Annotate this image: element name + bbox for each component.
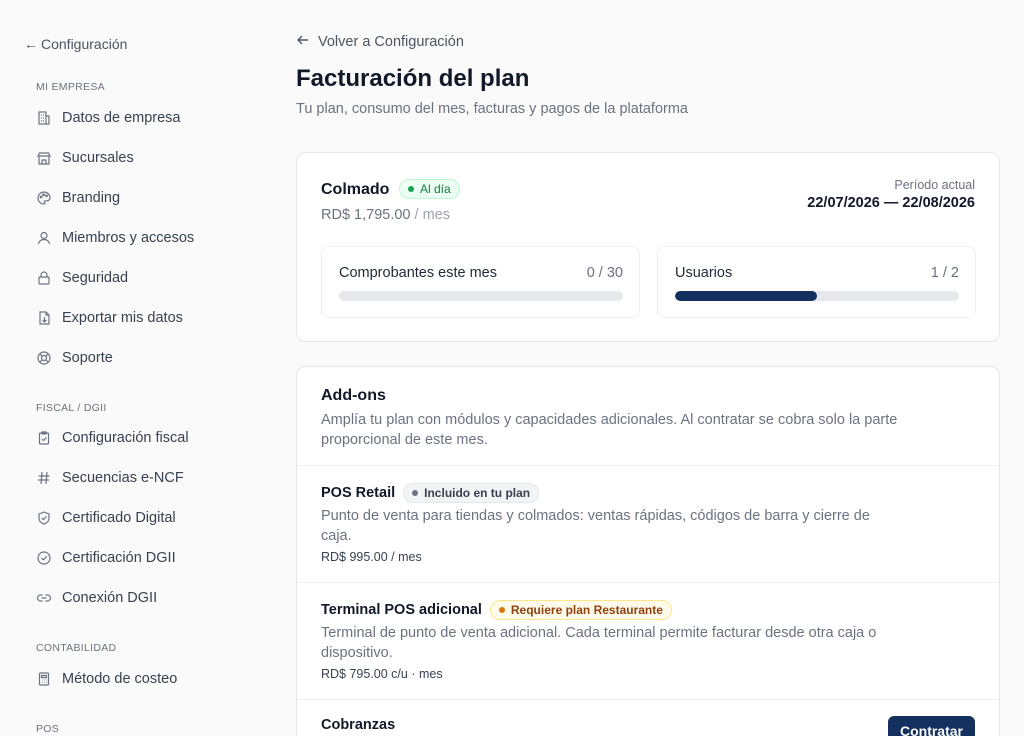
badge-label: Incluido en tu plan xyxy=(424,486,531,500)
sidebar-item-datos-empresa[interactable]: Datos de empresa xyxy=(36,106,180,130)
page-title: Facturación del plan xyxy=(296,65,530,92)
divider xyxy=(297,582,999,583)
addon-name-terminal-pos: Terminal POS adicional Requiere plan Res… xyxy=(321,600,672,620)
back-to-settings-link[interactable]: ← Configuración xyxy=(24,36,127,52)
file-export-icon xyxy=(36,310,52,326)
lock-icon xyxy=(36,270,52,286)
meter-count: 0 / 30 xyxy=(586,265,623,281)
lifebuoy-icon xyxy=(36,350,52,366)
hash-icon xyxy=(36,470,52,486)
sidebar-item-label: Miembros y accesos xyxy=(62,230,195,246)
sidebar-item-config-fiscal[interactable]: Configuración fiscal xyxy=(36,426,189,450)
sidebar-item-secuencias[interactable]: Secuencias e-NCF xyxy=(36,466,184,490)
status-badge: Al día xyxy=(399,179,460,199)
addon-title: Cobranzas xyxy=(321,717,396,733)
addons-description: Amplía tu plan con módulos y capacidades… xyxy=(321,412,898,448)
addon-name-pos-retail: POS Retail Incluido en tu plan xyxy=(321,483,540,503)
plan-name: Colmado xyxy=(321,181,390,198)
sidebar-item-sucursales[interactable]: Sucursales xyxy=(36,146,134,170)
divider xyxy=(297,465,999,466)
user-icon xyxy=(36,230,52,246)
circle-check-icon xyxy=(36,550,52,566)
sidebar-item-exportar[interactable]: Exportar mis datos xyxy=(36,306,183,330)
shield-check-icon xyxy=(36,510,52,526)
sidebar-item-label: Secuencias e-NCF xyxy=(62,470,184,486)
addons-card: Add-ons Amplía tu plan con módulos y cap… xyxy=(296,366,1000,736)
period-value: 22/07/2026 — 22/08/2026 xyxy=(807,195,975,211)
sidebar-item-miembros[interactable]: Miembros y accesos xyxy=(36,226,194,250)
plan-price-unit: / mes xyxy=(414,207,450,223)
calculator-icon xyxy=(36,671,52,687)
sidebar-item-soporte[interactable]: Soporte xyxy=(36,346,113,370)
requires-plan-badge: Requiere plan Restaurante xyxy=(489,600,672,620)
meter-track xyxy=(339,291,623,301)
arrow-left-icon: ← xyxy=(24,36,38,52)
sidebar-item-certificado[interactable]: Certificado Digital xyxy=(36,506,176,530)
arrow-left-icon xyxy=(296,33,310,51)
section-label-mi-empresa: MI EMPRESA xyxy=(36,81,105,93)
sidebar-item-label: Branding xyxy=(62,190,121,206)
sidebar-item-branding[interactable]: Branding xyxy=(36,186,120,210)
building-icon xyxy=(36,110,52,126)
status-badge-label: Al día xyxy=(420,182,451,196)
sidebar-item-certificacion[interactable]: Certificación DGII xyxy=(36,546,176,570)
meter-usuarios: Usuarios 1 / 2 xyxy=(657,246,976,318)
divider xyxy=(297,699,999,700)
meter-label: Comprobantes este mes xyxy=(339,265,497,281)
badge-dot-icon xyxy=(498,607,505,613)
plan-price: RD$ 1,795.00 / mes xyxy=(321,207,450,223)
store-icon xyxy=(36,150,52,166)
meter-count: 1 / 2 xyxy=(930,265,959,281)
addon-description: Punto de venta para tiendas y colmados: … xyxy=(321,508,870,544)
status-dot-icon xyxy=(408,186,414,192)
addon-title: POS Retail xyxy=(321,485,396,501)
contratar-button[interactable]: Contratar xyxy=(887,716,975,736)
addon-price: RD$ 795.00 c/u · mes xyxy=(321,667,443,681)
sidebar-item-label: Datos de empresa xyxy=(62,110,181,126)
section-label-pos: POS xyxy=(36,723,60,735)
addon-price: RD$ 995.00 / mes xyxy=(321,550,422,564)
section-label-contabilidad: CONTABILIDAD xyxy=(36,642,117,654)
badge-dot-icon xyxy=(412,490,419,496)
plan-price-amount: RD$ 1,795.00 xyxy=(321,207,411,223)
sidebar-item-label: Método de costeo xyxy=(62,671,178,687)
palette-icon xyxy=(36,190,52,206)
meter-comprobantes: Comprobantes este mes 0 / 30 xyxy=(321,246,640,318)
back-to-settings-label: Configuración xyxy=(41,36,128,52)
page-subtitle: Tu plan, consumo del mes, facturas y pag… xyxy=(296,101,688,117)
sidebar-item-conexion[interactable]: Conexión DGII xyxy=(36,586,157,610)
sidebar-item-seguridad[interactable]: Seguridad xyxy=(36,266,128,290)
addon-name-cobranzas: Cobranzas xyxy=(321,717,395,733)
sidebar-item-label: Certificación DGII xyxy=(62,550,176,566)
settings-sidebar: ← Configuración MI EMPRESA Datos de empr… xyxy=(0,0,272,736)
plan-card: Colmado Al día RD$ 1,795.00 / mes Períod… xyxy=(296,152,1000,342)
clipboard-check-icon xyxy=(36,430,52,446)
sidebar-item-costeo[interactable]: Método de costeo xyxy=(36,667,177,691)
addon-description: Terminal de punto de venta adicional. Ca… xyxy=(321,625,877,661)
sidebar-item-label: Conexión DGII xyxy=(62,590,158,606)
link-icon xyxy=(36,590,52,606)
addon-title: Terminal POS adicional xyxy=(321,602,482,618)
addons-title: Add-ons xyxy=(321,387,386,404)
meter-fill xyxy=(675,291,817,301)
included-badge: Incluido en tu plan xyxy=(403,483,540,503)
badge-label: Requiere plan Restaurante xyxy=(510,603,663,617)
back-label: Volver a Configuración xyxy=(318,34,464,50)
sidebar-item-label: Sucursales xyxy=(62,150,134,166)
sidebar-item-label: Configuración fiscal xyxy=(62,430,189,446)
sidebar-item-label: Exportar mis datos xyxy=(62,310,183,326)
back-to-settings-button[interactable]: Volver a Configuración xyxy=(296,33,464,51)
sidebar-item-label: Seguridad xyxy=(62,270,129,286)
section-label-fiscal: FISCAL / DGII xyxy=(36,402,107,414)
meter-track xyxy=(675,291,959,301)
meter-label: Usuarios xyxy=(675,265,733,281)
sidebar-item-label: Soporte xyxy=(62,350,113,366)
sidebar-item-label: Certificado Digital xyxy=(62,510,176,526)
period-label: Período actual xyxy=(894,178,975,192)
